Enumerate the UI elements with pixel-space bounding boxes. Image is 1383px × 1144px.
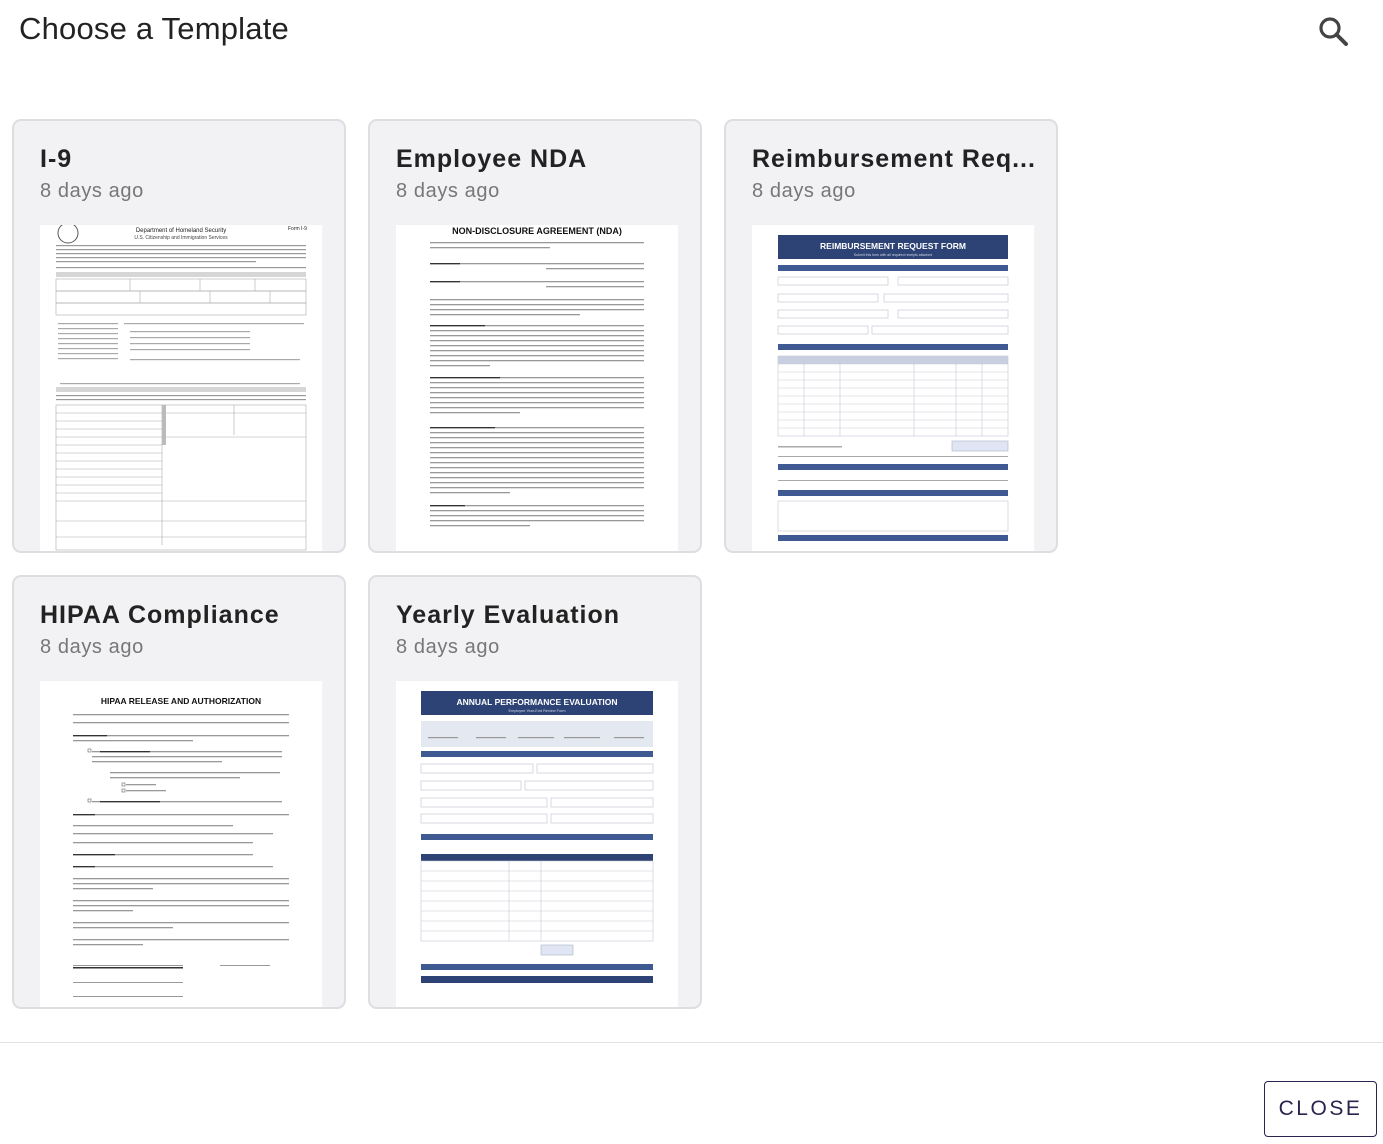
preview-subheading: U.S. Citizenship and Immigration Service… xyxy=(134,235,228,241)
preview-heading: NON-DISCLOSURE AGREEMENT (NDA) xyxy=(452,226,622,236)
preview-subheading: Employee Year-End Review Form xyxy=(509,709,566,713)
template-card-reimbursement-request[interactable]: Reimbursement Req... 8 days ago REIMBURS… xyxy=(724,119,1058,553)
template-date: 8 days ago xyxy=(396,180,500,202)
preview-heading: REIMBURSEMENT REQUEST FORM xyxy=(820,241,966,251)
preview-heading: HIPAA RELEASE AND AUTHORIZATION xyxy=(101,696,261,706)
search-button[interactable] xyxy=(1314,12,1352,50)
dialog-header: Choose a Template xyxy=(0,0,1383,64)
template-date: 8 days ago xyxy=(752,180,856,202)
footer-divider xyxy=(0,1042,1383,1043)
template-preview: NON-DISCLOSURE AGREEMENT (NDA) xyxy=(396,225,678,551)
template-preview: HIPAA RELEASE AND AUTHORIZATION xyxy=(40,681,322,1007)
template-preview: REIMBURSEMENT REQUEST FORM Submit this f… xyxy=(752,225,1034,551)
preview-heading: Department of Homeland Security xyxy=(136,228,226,234)
preview-form-id: Form I-9 xyxy=(288,226,307,232)
preview-subheading: Submit this form with all required recei… xyxy=(854,253,932,257)
preview-heading: ANNUAL PERFORMANCE EVALUATION xyxy=(456,697,617,707)
template-date: 8 days ago xyxy=(396,636,500,658)
template-title: HIPAA Compliance xyxy=(40,601,280,629)
template-card-i9[interactable]: I-9 8 days ago Department of Homeland Se… xyxy=(12,119,346,553)
template-title: Employee NDA xyxy=(396,145,588,173)
search-icon xyxy=(1319,17,1348,46)
template-date: 8 days ago xyxy=(40,636,144,658)
template-card-yearly-evaluation[interactable]: Yearly Evaluation 8 days ago ANNUAL PERF… xyxy=(368,575,702,1009)
template-preview: ANNUAL PERFORMANCE EVALUATION Employee Y… xyxy=(396,681,678,1007)
template-title: I-9 xyxy=(40,145,73,173)
template-title: Yearly Evaluation xyxy=(396,601,621,629)
template-card-hipaa-compliance[interactable]: HIPAA Compliance 8 days ago HIPAA RELEAS… xyxy=(12,575,346,1009)
template-preview: Department of Homeland Security U.S. Cit… xyxy=(40,225,322,551)
template-card-employee-nda[interactable]: Employee NDA 8 days ago NON-DISCLOSURE A… xyxy=(368,119,702,553)
template-date: 8 days ago xyxy=(40,180,144,202)
dialog-title: Choose a Template xyxy=(19,11,289,46)
close-button[interactable]: CLOSE xyxy=(1264,1081,1377,1137)
template-title: Reimbursement Req... xyxy=(752,145,1036,173)
